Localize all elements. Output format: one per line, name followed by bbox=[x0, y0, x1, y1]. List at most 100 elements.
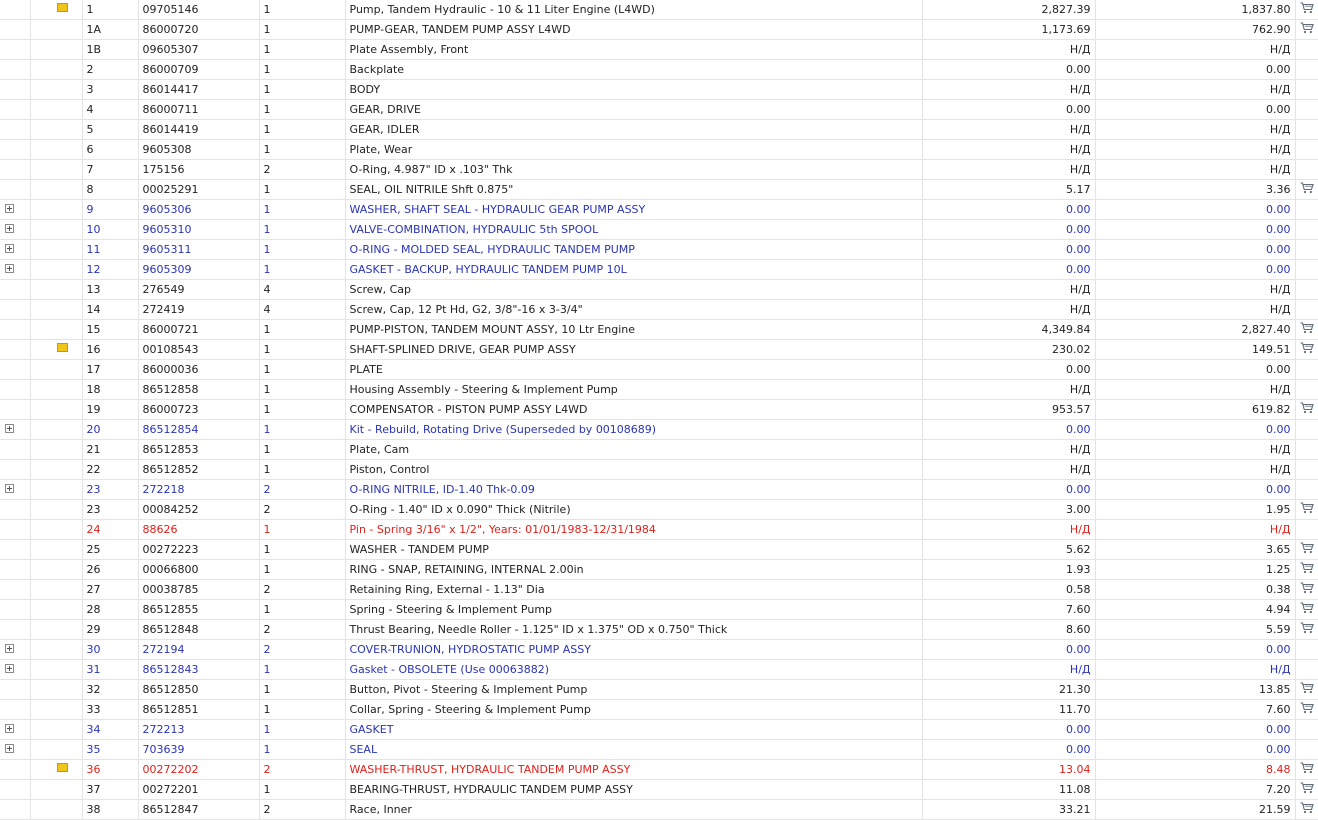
description-text[interactable]: PUMP-PISTON, TANDEM MOUNT ASSY, 10 Ltr E… bbox=[350, 323, 636, 336]
cart-icon[interactable] bbox=[1300, 562, 1314, 577]
table-row[interactable]: 14 272419 4 Screw, Cap, 12 Pt Hd, G2, 3/8"-… bbox=[0, 299, 1318, 320]
description-text[interactable]: O-Ring - 1.40" ID x 0.090" Thick (Nitril… bbox=[350, 503, 571, 516]
part-number-text[interactable]: 272218 bbox=[143, 483, 185, 496]
part-number-text[interactable]: 272419 bbox=[143, 303, 185, 316]
table-row[interactable]: 8 00025291 1 SEAL, OIL NITRILE Shft 0.875" 5… bbox=[0, 179, 1318, 200]
description-text[interactable]: GEAR, IDLER bbox=[350, 123, 420, 136]
table-row[interactable]: 34 272213 1 GASKET 0.00 0.00 bbox=[0, 719, 1318, 740]
table-row[interactable]: 9 9605306 1 WASHER, SHAFT SEAL - HYDRAULIC … bbox=[0, 199, 1318, 220]
table-row[interactable]: 18 86512858 1 Housing Assembly - Steering &… bbox=[0, 379, 1318, 400]
table-row[interactable]: 29 86512848 2 Thrust Bearing, Needle Roller… bbox=[0, 619, 1318, 640]
cart-icon[interactable] bbox=[1300, 762, 1314, 777]
part-number-text[interactable]: 276549 bbox=[143, 283, 185, 296]
table-row[interactable]: 20 86512854 1 Kit - Rebuild, Rotating Drive… bbox=[0, 419, 1318, 440]
table-row[interactable]: 25 00272223 1 WASHER - TANDEM PUMP 5.62 3.65 bbox=[0, 539, 1318, 560]
expand-plus-icon[interactable] bbox=[5, 424, 14, 433]
cart-icon[interactable] bbox=[1300, 2, 1314, 17]
cart-icon[interactable] bbox=[1300, 702, 1314, 717]
description-text[interactable]: Plate, Cam bbox=[350, 443, 410, 456]
table-row[interactable]: 2 86000709 1 Backplate 0.00 0.00 bbox=[0, 59, 1318, 80]
part-number-text[interactable]: 9605310 bbox=[143, 223, 192, 236]
part-number-text[interactable]: 86000723 bbox=[143, 403, 199, 416]
part-number-text[interactable]: 00272202 bbox=[143, 763, 199, 776]
cart-icon[interactable] bbox=[1300, 342, 1314, 357]
expand-plus-icon[interactable] bbox=[5, 664, 14, 673]
part-number-text[interactable]: 09705146 bbox=[143, 3, 199, 16]
table-row[interactable]: 24 88626 1 Pin - Spring 3/16" x 1/2", Years… bbox=[0, 519, 1318, 540]
description-text[interactable]: SEAL, OIL NITRILE Shft 0.875" bbox=[350, 183, 514, 196]
part-number-text[interactable]: 86512858 bbox=[143, 383, 199, 396]
table-row[interactable]: 10 9605310 1 VALVE-COMBINATION, HYDRAULIC 5… bbox=[0, 219, 1318, 240]
part-number-text[interactable]: 86512853 bbox=[143, 443, 199, 456]
description-text[interactable]: Piston, Control bbox=[350, 463, 430, 476]
description-text[interactable]: BEARING-THRUST, HYDRAULIC TANDEM PUMP AS… bbox=[350, 783, 633, 796]
table-row[interactable]: 6 9605308 1 Plate, Wear Н/Д Н/Д bbox=[0, 139, 1318, 160]
description-text[interactable]: GASKET bbox=[350, 723, 394, 736]
part-number-text[interactable]: 86512854 bbox=[143, 423, 199, 436]
table-row[interactable]: 22 86512852 1 Piston, Control Н/Д Н/Д bbox=[0, 459, 1318, 480]
table-row[interactable]: 1A 86000720 1 PUMP-GEAR, TANDEM PUMP ASSY L… bbox=[0, 19, 1318, 40]
description-text[interactable]: WASHER - TANDEM PUMP bbox=[350, 543, 489, 556]
description-text[interactable]: Spring - Steering & Implement Pump bbox=[350, 603, 553, 616]
note-icon[interactable] bbox=[56, 343, 68, 352]
table-row[interactable]: 16 00108543 1 SHAFT-SPLINED DRIVE, GEAR PUM… bbox=[0, 339, 1318, 360]
part-number-text[interactable]: 86512850 bbox=[143, 683, 199, 696]
description-text[interactable]: GEAR, DRIVE bbox=[350, 103, 421, 116]
description-text[interactable]: PUMP-GEAR, TANDEM PUMP ASSY L4WD bbox=[350, 23, 571, 36]
part-number-text[interactable]: 86512852 bbox=[143, 463, 199, 476]
expand-plus-icon[interactable] bbox=[5, 204, 14, 213]
cart-icon[interactable] bbox=[1300, 802, 1314, 817]
table-row[interactable]: 26 00066800 1 RING - SNAP, RETAINING, INTER… bbox=[0, 559, 1318, 580]
description-text[interactable]: Collar, Spring - Steering & Implement Pu… bbox=[350, 703, 591, 716]
cart-icon[interactable] bbox=[1300, 602, 1314, 617]
table-row[interactable]: 12 9605309 1 GASKET - BACKUP, HYDRAULIC TAN… bbox=[0, 259, 1318, 280]
description-text[interactable]: WASHER, SHAFT SEAL - HYDRAULIC GEAR PUMP… bbox=[350, 203, 646, 216]
description-text[interactable]: PLATE bbox=[350, 363, 383, 376]
part-number-text[interactable]: 9605309 bbox=[143, 263, 192, 276]
table-row[interactable]: 13 276549 4 Screw, Cap Н/Д Н/Д bbox=[0, 279, 1318, 300]
cart-icon[interactable] bbox=[1300, 582, 1314, 597]
cart-icon[interactable] bbox=[1300, 22, 1314, 37]
note-icon[interactable] bbox=[56, 3, 68, 12]
description-text[interactable]: WASHER-THRUST, HYDRAULIC TANDEM PUMP ASS… bbox=[350, 763, 631, 776]
table-row[interactable]: 23 00084252 2 O-Ring - 1.40" ID x 0.090" Th… bbox=[0, 499, 1318, 520]
description-text[interactable]: RING - SNAP, RETAINING, INTERNAL 2.00in bbox=[350, 563, 584, 576]
part-number-text[interactable]: 86000036 bbox=[143, 363, 199, 376]
table-row[interactable]: 30 272194 2 COVER-TRUNION, HYDROSTATIC PUMP… bbox=[0, 639, 1318, 660]
expand-plus-icon[interactable] bbox=[5, 724, 14, 733]
table-row[interactable]: 4 86000711 1 GEAR, DRIVE 0.00 0.00 bbox=[0, 99, 1318, 120]
part-number-text[interactable]: 175156 bbox=[143, 163, 185, 176]
part-number-text[interactable]: 86512843 bbox=[143, 663, 199, 676]
table-row[interactable]: 11 9605311 1 O-RING - MOLDED SEAL, HYDRAULI… bbox=[0, 239, 1318, 260]
description-text[interactable]: Button, Pivot - Steering & Implement Pum… bbox=[350, 683, 588, 696]
description-text[interactable]: Retaining Ring, External - 1.13" Dia bbox=[350, 583, 545, 596]
description-text[interactable]: Backplate bbox=[350, 63, 405, 76]
part-number-text[interactable]: 00272223 bbox=[143, 543, 199, 556]
table-row[interactable]: 7 175156 2 O-Ring, 4.987" ID x .103" Thk Н/Д… bbox=[0, 159, 1318, 180]
part-number-text[interactable]: 272194 bbox=[143, 643, 185, 656]
table-row[interactable]: 38 86512847 2 Race, Inner 33.21 21.59 bbox=[0, 799, 1318, 820]
cart-icon[interactable] bbox=[1300, 402, 1314, 417]
part-number-text[interactable]: 00025291 bbox=[143, 183, 199, 196]
description-text[interactable]: Housing Assembly - Steering & Implement … bbox=[350, 383, 618, 396]
table-row[interactable]: 32 86512850 1 Button, Pivot - Steering & Im… bbox=[0, 679, 1318, 700]
cart-icon[interactable] bbox=[1300, 782, 1314, 797]
description-text[interactable]: Plate Assembly, Front bbox=[350, 43, 469, 56]
part-number-text[interactable]: 86512847 bbox=[143, 803, 199, 816]
cart-icon[interactable] bbox=[1300, 502, 1314, 517]
part-number-text[interactable]: 86512855 bbox=[143, 603, 199, 616]
cart-icon[interactable] bbox=[1300, 682, 1314, 697]
table-row[interactable]: 1B 09605307 1 Plate Assembly, Front Н/Д Н/Д bbox=[0, 39, 1318, 60]
description-text[interactable]: O-RING NITRILE, ID-1.40 Thk-0.09 bbox=[350, 483, 535, 496]
description-text[interactable]: Plate, Wear bbox=[350, 143, 413, 156]
description-text[interactable]: Pin - Spring 3/16" x 1/2", Years: 01/01/… bbox=[350, 523, 656, 536]
table-row[interactable]: 19 86000723 1 COMPENSATOR - PISTON PUMP ASS… bbox=[0, 399, 1318, 420]
part-number-text[interactable]: 00272201 bbox=[143, 783, 199, 796]
description-text[interactable]: O-RING - MOLDED SEAL, HYDRAULIC TANDEM P… bbox=[350, 243, 635, 256]
part-number-text[interactable]: 88626 bbox=[143, 523, 178, 536]
table-row[interactable]: 36 00272202 2 WASHER-THRUST, HYDRAULIC TAND… bbox=[0, 759, 1318, 780]
description-text[interactable]: GASKET - BACKUP, HYDRAULIC TANDEM PUMP 1… bbox=[350, 263, 627, 276]
part-number-text[interactable]: 86000711 bbox=[143, 103, 199, 116]
table-row[interactable]: 3 86014417 1 BODY Н/Д Н/Д bbox=[0, 79, 1318, 100]
table-row[interactable]: 28 86512855 1 Spring - Steering & Implement… bbox=[0, 599, 1318, 620]
